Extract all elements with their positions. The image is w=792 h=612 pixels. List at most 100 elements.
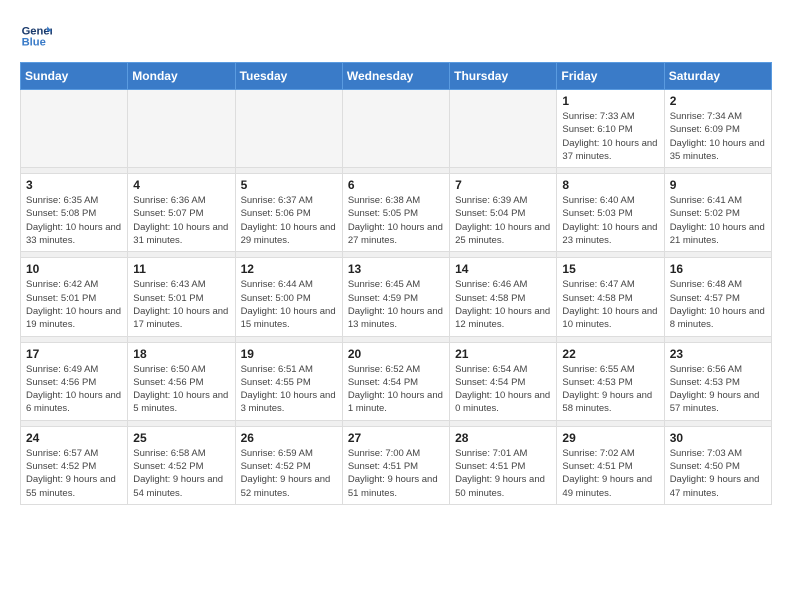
calendar-cell: 2Sunrise: 7:34 AM Sunset: 6:09 PM Daylig… bbox=[664, 90, 771, 168]
day-info: Sunrise: 6:48 AM Sunset: 4:57 PM Dayligh… bbox=[670, 278, 766, 331]
week-row: 10Sunrise: 6:42 AM Sunset: 5:01 PM Dayli… bbox=[21, 258, 772, 336]
calendar-cell: 14Sunrise: 6:46 AM Sunset: 4:58 PM Dayli… bbox=[450, 258, 557, 336]
calendar-cell: 8 Sunrise: 6:40 AM Sunset: 5:03 PM Daylig… bbox=[557, 174, 664, 252]
day-info: Sunrise: 6:59 AM Sunset: 4:52 PM Dayligh… bbox=[241, 447, 337, 500]
day-info: Sunrise: 7:34 AM Sunset: 6:09 PM Dayligh… bbox=[670, 110, 766, 163]
day-number: 19 bbox=[241, 347, 337, 361]
calendar-cell: 12Sunrise: 6:44 AM Sunset: 5:00 PM Dayli… bbox=[235, 258, 342, 336]
weekday-header: Sunday bbox=[21, 63, 128, 90]
day-number: 13 bbox=[348, 262, 444, 276]
weekday-header: Saturday bbox=[664, 63, 771, 90]
day-number: 24 bbox=[26, 431, 122, 445]
day-number: 8 bbox=[562, 178, 658, 192]
svg-text:Blue: Blue bbox=[22, 37, 46, 49]
calendar-cell: 11 Sunrise: 6:43 AM Sunset: 5:01 PM Dayli… bbox=[128, 258, 235, 336]
day-number: 21 bbox=[455, 347, 551, 361]
day-info: Sunrise: 6:57 AM Sunset: 4:52 PM Dayligh… bbox=[26, 447, 122, 500]
day-info: Sunrise: 6:36 AM Sunset: 5:07 PM Dayligh… bbox=[133, 194, 229, 247]
day-number: 11 bbox=[133, 262, 229, 276]
calendar-cell bbox=[21, 90, 128, 168]
day-number: 14 bbox=[455, 262, 551, 276]
day-info: Sunrise: 6:45 AM Sunset: 4:59 PM Dayligh… bbox=[348, 278, 444, 331]
calendar: SundayMondayTuesdayWednesdayThursdayFrid… bbox=[20, 62, 772, 505]
day-info: Sunrise: 6:55 AM Sunset: 4:53 PM Dayligh… bbox=[562, 363, 658, 416]
day-info: Sunrise: 6:39 AM Sunset: 5:04 PM Dayligh… bbox=[455, 194, 551, 247]
weekday-header-row: SundayMondayTuesdayWednesdayThursdayFrid… bbox=[21, 63, 772, 90]
calendar-cell: 22 Sunrise: 6:55 AM Sunset: 4:53 PM Dayli… bbox=[557, 342, 664, 420]
day-number: 9 bbox=[670, 178, 766, 192]
week-row: 24 Sunrise: 6:57 AM Sunset: 4:52 PM Dayli… bbox=[21, 426, 772, 504]
calendar-cell: 10Sunrise: 6:42 AM Sunset: 5:01 PM Dayli… bbox=[21, 258, 128, 336]
day-number: 28 bbox=[455, 431, 551, 445]
day-number: 1 bbox=[562, 94, 658, 108]
week-row: 17Sunrise: 6:49 AM Sunset: 4:56 PM Dayli… bbox=[21, 342, 772, 420]
day-info: Sunrise: 6:35 AM Sunset: 5:08 PM Dayligh… bbox=[26, 194, 122, 247]
day-number: 26 bbox=[241, 431, 337, 445]
calendar-cell: 27Sunrise: 7:00 AM Sunset: 4:51 PM Dayli… bbox=[342, 426, 449, 504]
calendar-cell: 17Sunrise: 6:49 AM Sunset: 4:56 PM Dayli… bbox=[21, 342, 128, 420]
calendar-cell: 19 Sunrise: 6:51 AM Sunset: 4:55 PM Dayli… bbox=[235, 342, 342, 420]
calendar-cell bbox=[235, 90, 342, 168]
week-row: 3 Sunrise: 6:35 AM Sunset: 5:08 PM Daylig… bbox=[21, 174, 772, 252]
day-number: 30 bbox=[670, 431, 766, 445]
calendar-cell: 26 Sunrise: 6:59 AM Sunset: 4:52 PM Dayli… bbox=[235, 426, 342, 504]
calendar-cell: 21Sunrise: 6:54 AM Sunset: 4:54 PM Dayli… bbox=[450, 342, 557, 420]
day-number: 7 bbox=[455, 178, 551, 192]
calendar-cell: 20 Sunrise: 6:52 AM Sunset: 4:54 PM Dayli… bbox=[342, 342, 449, 420]
logo-icon: General Blue bbox=[20, 20, 52, 52]
day-info: Sunrise: 7:00 AM Sunset: 4:51 PM Dayligh… bbox=[348, 447, 444, 500]
calendar-cell: 13 Sunrise: 6:45 AM Sunset: 4:59 PM Dayli… bbox=[342, 258, 449, 336]
week-row: 1 Sunrise: 7:33 AM Sunset: 6:10 PM Daylig… bbox=[21, 90, 772, 168]
calendar-cell: 9 Sunrise: 6:41 AM Sunset: 5:02 PM Daylig… bbox=[664, 174, 771, 252]
day-info: Sunrise: 6:40 AM Sunset: 5:03 PM Dayligh… bbox=[562, 194, 658, 247]
day-number: 22 bbox=[562, 347, 658, 361]
weekday-header: Tuesday bbox=[235, 63, 342, 90]
calendar-cell: 3 Sunrise: 6:35 AM Sunset: 5:08 PM Daylig… bbox=[21, 174, 128, 252]
calendar-cell: 29Sunrise: 7:02 AM Sunset: 4:51 PM Dayli… bbox=[557, 426, 664, 504]
day-info: Sunrise: 6:41 AM Sunset: 5:02 PM Dayligh… bbox=[670, 194, 766, 247]
calendar-cell: 25Sunrise: 6:58 AM Sunset: 4:52 PM Dayli… bbox=[128, 426, 235, 504]
day-info: Sunrise: 7:03 AM Sunset: 4:50 PM Dayligh… bbox=[670, 447, 766, 500]
calendar-cell bbox=[450, 90, 557, 168]
weekday-header: Friday bbox=[557, 63, 664, 90]
day-info: Sunrise: 7:02 AM Sunset: 4:51 PM Dayligh… bbox=[562, 447, 658, 500]
calendar-cell bbox=[128, 90, 235, 168]
day-info: Sunrise: 6:52 AM Sunset: 4:54 PM Dayligh… bbox=[348, 363, 444, 416]
day-info: Sunrise: 6:51 AM Sunset: 4:55 PM Dayligh… bbox=[241, 363, 337, 416]
header: General Blue bbox=[20, 20, 772, 52]
calendar-cell: 18 Sunrise: 6:50 AM Sunset: 4:56 PM Dayli… bbox=[128, 342, 235, 420]
logo: General Blue bbox=[20, 20, 56, 52]
day-number: 5 bbox=[241, 178, 337, 192]
day-info: Sunrise: 6:37 AM Sunset: 5:06 PM Dayligh… bbox=[241, 194, 337, 247]
day-info: Sunrise: 7:33 AM Sunset: 6:10 PM Dayligh… bbox=[562, 110, 658, 163]
day-number: 20 bbox=[348, 347, 444, 361]
calendar-cell: 1 Sunrise: 7:33 AM Sunset: 6:10 PM Daylig… bbox=[557, 90, 664, 168]
calendar-cell: 23 Sunrise: 6:56 AM Sunset: 4:53 PM Dayli… bbox=[664, 342, 771, 420]
calendar-cell bbox=[342, 90, 449, 168]
day-info: Sunrise: 6:50 AM Sunset: 4:56 PM Dayligh… bbox=[133, 363, 229, 416]
day-number: 18 bbox=[133, 347, 229, 361]
day-number: 16 bbox=[670, 262, 766, 276]
day-info: Sunrise: 7:01 AM Sunset: 4:51 PM Dayligh… bbox=[455, 447, 551, 500]
calendar-cell: 7 Sunrise: 6:39 AM Sunset: 5:04 PM Daylig… bbox=[450, 174, 557, 252]
day-info: Sunrise: 6:43 AM Sunset: 5:01 PM Dayligh… bbox=[133, 278, 229, 331]
day-number: 4 bbox=[133, 178, 229, 192]
day-number: 23 bbox=[670, 347, 766, 361]
calendar-cell: 16 Sunrise: 6:48 AM Sunset: 4:57 PM Dayli… bbox=[664, 258, 771, 336]
calendar-cell: 28 Sunrise: 7:01 AM Sunset: 4:51 PM Dayli… bbox=[450, 426, 557, 504]
day-number: 10 bbox=[26, 262, 122, 276]
calendar-cell: 6Sunrise: 6:38 AM Sunset: 5:05 PM Daylig… bbox=[342, 174, 449, 252]
day-info: Sunrise: 6:38 AM Sunset: 5:05 PM Dayligh… bbox=[348, 194, 444, 247]
calendar-cell: 15 Sunrise: 6:47 AM Sunset: 4:58 PM Dayli… bbox=[557, 258, 664, 336]
day-number: 12 bbox=[241, 262, 337, 276]
day-info: Sunrise: 6:56 AM Sunset: 4:53 PM Dayligh… bbox=[670, 363, 766, 416]
calendar-cell: 5 Sunrise: 6:37 AM Sunset: 5:06 PM Daylig… bbox=[235, 174, 342, 252]
weekday-header: Monday bbox=[128, 63, 235, 90]
calendar-cell: 4 Sunrise: 6:36 AM Sunset: 5:07 PM Daylig… bbox=[128, 174, 235, 252]
day-number: 17 bbox=[26, 347, 122, 361]
day-number: 3 bbox=[26, 178, 122, 192]
day-info: Sunrise: 6:47 AM Sunset: 4:58 PM Dayligh… bbox=[562, 278, 658, 331]
day-number: 15 bbox=[562, 262, 658, 276]
calendar-cell: 30 Sunrise: 7:03 AM Sunset: 4:50 PM Dayli… bbox=[664, 426, 771, 504]
day-info: Sunrise: 6:58 AM Sunset: 4:52 PM Dayligh… bbox=[133, 447, 229, 500]
